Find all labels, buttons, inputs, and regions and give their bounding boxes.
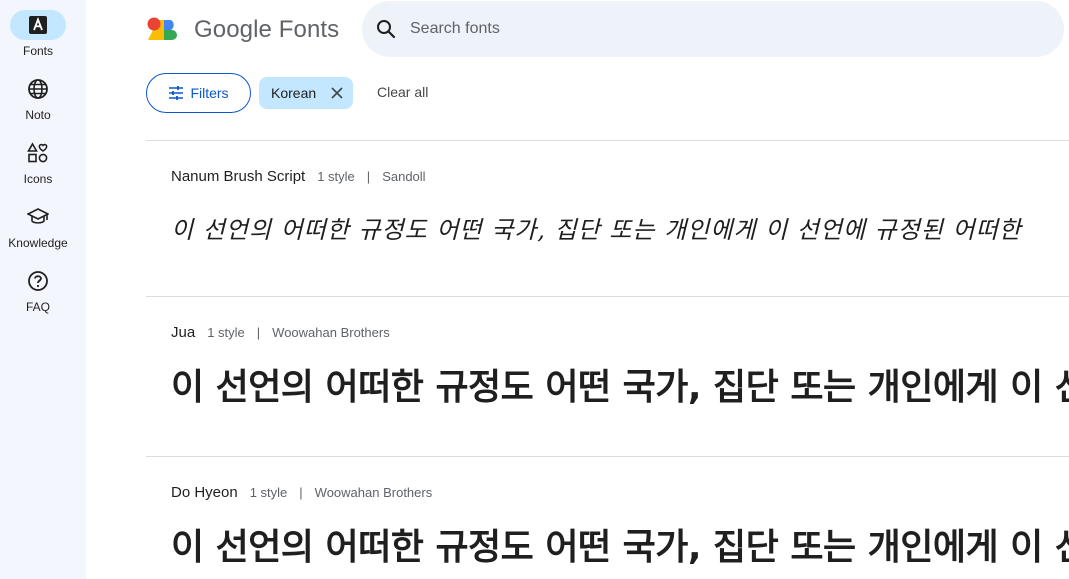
font-name[interactable]: Do Hyeon — [171, 484, 238, 501]
font-row-nanum-brush-script[interactable]: Nanum Brush Script 1 style | Sandoll 이 선… — [146, 168, 1069, 296]
divider — [146, 296, 1069, 297]
google-fonts-logo[interactable]: Google Fonts — [146, 14, 339, 46]
filter-chip-korean[interactable]: Korean — [259, 77, 353, 109]
meta-separator: | — [299, 485, 303, 500]
font-meta: Do Hyeon 1 style | Woowahan Brothers — [171, 484, 432, 501]
meta-separator: | — [256, 325, 261, 340]
font-foundry: Sandoll — [382, 169, 426, 184]
google-fonts-logo-icon — [147, 17, 177, 40]
font-foundry: Woowahan Brothers — [314, 485, 433, 500]
nav-item-label: Icons — [23, 172, 53, 186]
font-meta: Jua 1 style | Woowahan Brothers — [171, 324, 390, 341]
font-sample-text[interactable]: 이 선언의 어떠한 규정도 어떤 국가, 집단 또는 개인에게 이 선언에 규정… — [171, 210, 1069, 245]
meta-separator: | — [366, 169, 371, 184]
font-sample-text[interactable]: 이 선언의 어떠한 규정도 어떤 국가, 집단 또는 개인에게 이 선언에 — [171, 518, 1069, 570]
navigation-rail: Fonts Noto Icons Knowledge FAQ — [0, 0, 86, 579]
nav-item-label: Fonts — [22, 44, 53, 58]
help-circle-icon — [28, 271, 48, 291]
font-sample-text[interactable]: 이 선언의 어떠한 규정도 어떤 국가, 집단 또는 개인에게 이 선언에 — [171, 358, 1069, 410]
font-name[interactable]: Jua — [171, 324, 195, 341]
close-icon[interactable] — [330, 86, 344, 100]
search-input[interactable] — [410, 17, 1010, 41]
clear-all-button[interactable]: Clear all — [377, 84, 428, 100]
font-name[interactable]: Nanum Brush Script — [171, 168, 305, 185]
nav-item-label: Knowledge — [8, 236, 68, 250]
font-style-count: 1 style — [317, 169, 355, 184]
nav-item-noto[interactable]: Noto — [0, 74, 76, 134]
filters-button-label: Filters — [190, 85, 229, 101]
nav-item-fonts-indicator — [10, 10, 66, 40]
search-icon[interactable] — [376, 19, 396, 39]
nav-item-label: FAQ — [25, 300, 50, 314]
nav-item-label: Noto — [25, 108, 51, 122]
font-foundry: Woowahan Brothers — [272, 325, 390, 340]
font-row-do-hyeon[interactable]: Do Hyeon 1 style | Woowahan Brothers 이 선… — [146, 484, 1069, 579]
tune-icon — [169, 86, 184, 100]
shapes-icon — [27, 142, 48, 163]
nav-item-fonts[interactable]: Fonts — [0, 10, 76, 70]
nav-item-knowledge[interactable]: Knowledge — [0, 202, 76, 262]
font-row-jua[interactable]: Jua 1 style | Woowahan Brothers 이 선언의 어떠… — [146, 324, 1069, 456]
nav-item-faq[interactable]: FAQ — [0, 266, 76, 326]
font-style-count: 1 style — [249, 485, 288, 500]
filters-button[interactable]: Filters — [146, 73, 251, 113]
divider — [146, 140, 1069, 141]
graduation-cap-icon — [27, 208, 49, 224]
globe-icon — [28, 79, 48, 99]
font-style-count: 1 style — [207, 325, 245, 340]
search-bar[interactable] — [362, 1, 1064, 57]
font-a-icon — [29, 16, 47, 34]
filter-chip-label: Korean — [271, 85, 317, 101]
font-meta: Nanum Brush Script 1 style | Sandoll — [171, 168, 426, 185]
logo-text: Google Fonts — [194, 16, 340, 43]
nav-item-icons[interactable]: Icons — [0, 138, 76, 198]
divider — [146, 456, 1069, 457]
